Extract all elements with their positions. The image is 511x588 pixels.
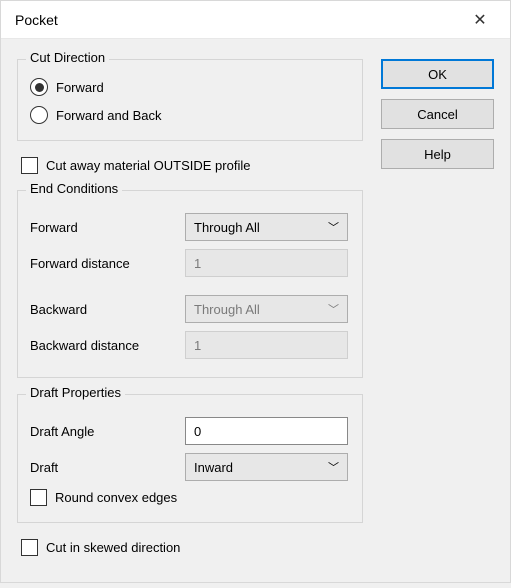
backward-select-value: Through All [194,302,260,317]
round-convex-label: Round convex edges [55,490,177,505]
draft-select-value: Inward [194,460,233,475]
title-bar: Pocket ✕ [1,1,510,39]
cut-direction-legend: Cut Direction [26,50,109,65]
draft-angle-input[interactable]: 0 [185,417,348,445]
forward-select[interactable]: Through All ﹀ [185,213,348,241]
radio-forward[interactable]: Forward [30,78,350,96]
cut-skewed-checkbox[interactable]: Cut in skewed direction [21,539,494,556]
dialog-content: Cut Direction Forward Forward and Back C… [1,39,510,588]
radio-icon [30,106,48,124]
backward-select: Through All ﹀ [185,295,348,323]
forward-distance-input: 1 [185,249,348,277]
draft-select[interactable]: Inward ﹀ [185,453,348,481]
cut-skewed-label: Cut in skewed direction [46,540,180,555]
backward-distance-value: 1 [194,338,201,353]
end-conditions-group: End Conditions Forward Through All ﹀ For… [17,190,363,378]
chevron-down-icon: ﹀ [328,301,339,317]
draft-angle-label: Draft Angle [30,424,185,439]
end-conditions-legend: End Conditions [26,181,122,196]
radio-forward-and-back[interactable]: Forward and Back [30,106,350,124]
draft-label: Draft [30,460,185,475]
backward-distance-input: 1 [185,331,348,359]
cut-direction-group: Cut Direction Forward Forward and Back [17,59,363,141]
forward-label: Forward [30,220,185,235]
chevron-down-icon: ﹀ [328,219,339,235]
backward-label: Backward [30,302,185,317]
forward-distance-label: Forward distance [30,256,185,271]
draft-properties-legend: Draft Properties [26,385,125,400]
checkbox-icon [30,489,47,506]
chevron-down-icon: ﹀ [328,459,339,475]
radio-icon [30,78,48,96]
round-convex-checkbox[interactable]: Round convex edges [30,489,350,506]
radio-forward-and-back-label: Forward and Back [56,108,162,123]
forward-select-value: Through All [194,220,260,235]
window-title: Pocket [15,12,58,28]
draft-properties-group: Draft Properties Draft Angle 0 Draft Inw… [17,394,363,523]
close-button[interactable]: ✕ [464,10,496,30]
checkbox-icon [21,157,38,174]
draft-angle-value: 0 [194,424,201,439]
checkbox-icon [21,539,38,556]
cut-away-label: Cut away material OUTSIDE profile [46,158,250,173]
forward-distance-value: 1 [194,256,201,271]
radio-forward-label: Forward [56,80,104,95]
backward-distance-label: Backward distance [30,338,185,353]
cut-away-checkbox[interactable]: Cut away material OUTSIDE profile [21,157,494,174]
